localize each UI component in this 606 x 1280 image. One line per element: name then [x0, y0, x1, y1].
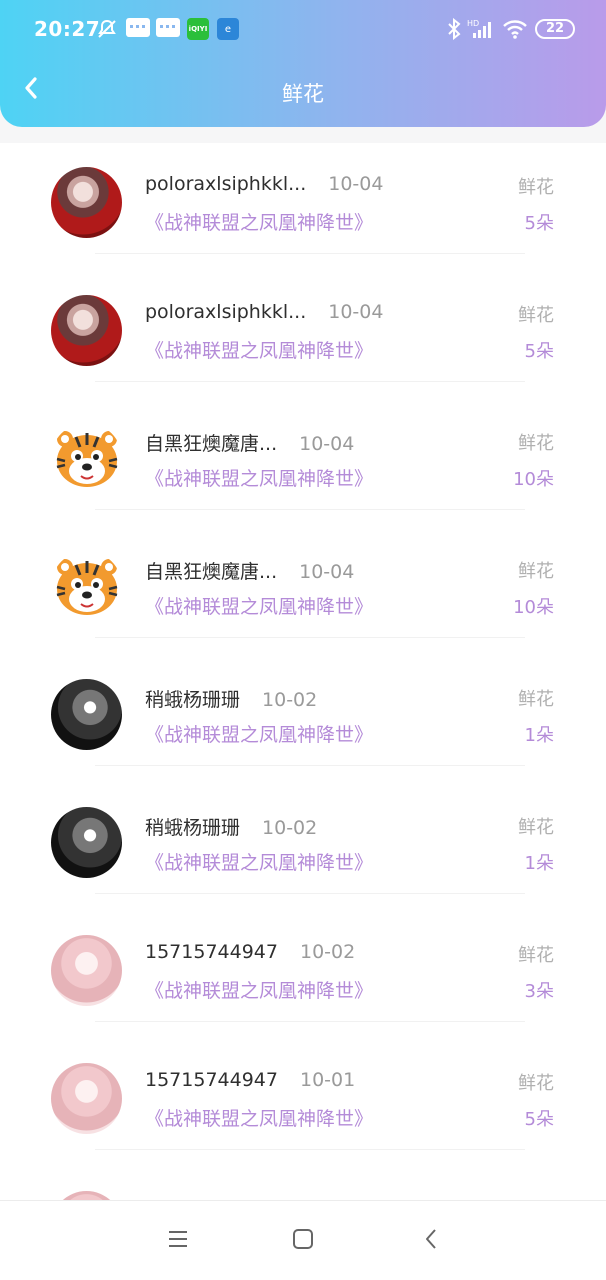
battery-icon: 22: [535, 19, 575, 39]
list-item[interactable]: 自黑狂燠魔唐... 10-04 《战神联盟之凤凰神降世》 鲜花 10朵: [0, 399, 606, 527]
row-divider: [95, 1149, 525, 1150]
sender-line: 15715744947 10-02: [145, 941, 355, 963]
avatar[interactable]: [51, 423, 122, 494]
book-title-link[interactable]: 《战神联盟之凤凰神降世》: [145, 848, 373, 875]
app-header: 20:27 iQIYI e HD 22 鲜花: [0, 0, 606, 127]
gift-date: 10-04: [328, 173, 384, 195]
row-divider: [95, 893, 525, 894]
row-divider: [95, 381, 525, 382]
gift-type: 鲜花: [518, 817, 554, 838]
sender-line: 自黑狂燠魔唐... 10-04: [145, 429, 354, 456]
list-item[interactable]: poloraxlsiphkkl... 10-04 《战神联盟之凤凰神降世》 鲜花 5朵: [0, 271, 606, 399]
sender-line: poloraxlsiphkkl... 10-04: [145, 301, 383, 323]
list-item[interactable]: 1571574494709-30《战神联盟之凤凰神降世》鲜花: [0, 1167, 606, 1200]
avatar[interactable]: [51, 1063, 122, 1134]
gift-type: 鲜花: [518, 945, 554, 966]
gift-type: 鲜花: [518, 305, 554, 326]
gift-count: 5朵: [524, 341, 554, 362]
sender-line: poloraxlsiphkkl... 10-04: [145, 173, 383, 195]
sender-name[interactable]: 自黑狂燠魔唐...: [145, 561, 277, 583]
gift-date: 10-01: [299, 1069, 356, 1091]
svg-text:HD: HD: [467, 19, 479, 28]
gift-type: 鲜花: [518, 433, 554, 454]
gift-date: 10-02: [262, 689, 318, 711]
iqiyi-icon: iQIYI: [187, 18, 209, 40]
list-item[interactable]: 稍蛾杨珊珊 10-02 《战神联盟之凤凰神降世》 鲜花 1朵: [0, 783, 606, 911]
chat-icon: [126, 18, 150, 37]
sender-name[interactable]: poloraxlsiphkkl...: [145, 173, 306, 195]
sender-line: 自黑狂燠魔唐... 10-04: [145, 557, 354, 584]
home-square-icon: [292, 1228, 314, 1254]
gift-count: 3朵: [524, 981, 554, 1002]
sender-name[interactable]: 稍蛾杨珊珊: [145, 689, 240, 711]
sender-line: 稍蛾杨珊珊 10-02: [145, 813, 317, 840]
gift-date: 10-04: [299, 561, 355, 583]
row-divider: [95, 637, 525, 638]
list-item[interactable]: 自黑狂燠魔唐... 10-04 《战神联盟之凤凰神降世》 鲜花 10朵: [0, 527, 606, 655]
gift-count: 5朵: [524, 213, 554, 234]
avatar[interactable]: [51, 679, 122, 750]
gift-date: 10-02: [299, 941, 356, 963]
gift-count: 5朵: [524, 1109, 554, 1130]
avatar[interactable]: [51, 807, 122, 878]
home-button[interactable]: [287, 1225, 319, 1257]
sender-name[interactable]: 稍蛾杨珊珊: [145, 817, 240, 839]
sender-name[interactable]: 15715744947: [145, 1069, 278, 1091]
status-time: 20:27: [34, 17, 101, 41]
gift-type: 鲜花: [518, 689, 554, 710]
gift-count: 10朵: [513, 469, 554, 490]
gift-count: 1朵: [524, 853, 554, 874]
list-item[interactable]: 15715744947 10-01 《战神联盟之凤凰神降世》 鲜花 5朵: [0, 1039, 606, 1167]
gift-date: 10-04: [328, 301, 384, 323]
book-title-link[interactable]: 《战神联盟之凤凰神降世》: [145, 208, 373, 235]
gift-count: 10朵: [513, 597, 554, 618]
row-divider: [95, 1021, 525, 1022]
bluetooth-icon: [447, 18, 461, 40]
menu-icon: [167, 1229, 189, 1253]
book-title-link[interactable]: 《战神联盟之凤凰神降世》: [145, 1104, 373, 1131]
sender-name[interactable]: 15715744947: [145, 941, 278, 963]
avatar[interactable]: [51, 167, 122, 238]
gift-type: 鲜花: [518, 1073, 554, 1094]
menu-button[interactable]: [162, 1225, 194, 1257]
list-item[interactable]: 15715744947 10-02 《战神联盟之凤凰神降世》 鲜花 3朵: [0, 911, 606, 1039]
wifi-icon: [502, 18, 528, 40]
flower-gift-list: poloraxlsiphkkl... 10-04 《战神联盟之凤凰神降世》 鲜花 5朵 p…: [0, 143, 606, 1200]
page-title: 鲜花: [282, 82, 324, 106]
row-divider: [95, 509, 525, 510]
book-title-link[interactable]: 《战神联盟之凤凰神降世》: [145, 592, 373, 619]
avatar[interactable]: [51, 551, 122, 622]
gift-count: 1朵: [524, 725, 554, 746]
row-divider: [95, 253, 525, 254]
system-nav-bar: [0, 1200, 606, 1280]
book-title-link[interactable]: 《战神联盟之凤凰神降世》: [145, 976, 373, 1003]
back-nav-button[interactable]: [415, 1225, 447, 1257]
book-title-link[interactable]: 《战神联盟之凤凰神降世》: [145, 464, 373, 491]
book-title-link[interactable]: 《战神联盟之凤凰神降世》: [145, 720, 373, 747]
gift-type: 鲜花: [518, 561, 554, 582]
list-item[interactable]: poloraxlsiphkkl... 10-04 《战神联盟之凤凰神降世》 鲜花 5朵: [0, 143, 606, 271]
row-divider: [95, 765, 525, 766]
sender-name[interactable]: poloraxlsiphkkl...: [145, 301, 306, 323]
gift-type: 鲜花: [518, 177, 554, 198]
sender-line: 稍蛾杨珊珊 10-02: [145, 685, 317, 712]
hd-signal-icon: HD: [467, 18, 495, 40]
ie-icon: e: [217, 18, 239, 40]
gift-date: 10-04: [299, 433, 355, 455]
avatar[interactable]: [51, 935, 122, 1006]
book-title-link[interactable]: 《战神联盟之凤凰神降世》: [145, 336, 373, 363]
sender-line: 15715744947 10-01: [145, 1069, 355, 1091]
mute-icon: [96, 18, 118, 40]
avatar[interactable]: [51, 1191, 122, 1200]
sender-name[interactable]: 自黑狂燠魔唐...: [145, 433, 277, 455]
gift-date: 10-02: [262, 817, 318, 839]
back-triangle-icon: [423, 1227, 439, 1255]
chat-icon: [156, 18, 180, 37]
status-bar: 20:27 iQIYI e HD 22: [0, 0, 606, 58]
list-item[interactable]: 稍蛾杨珊珊 10-02 《战神联盟之凤凰神降世》 鲜花 1朵: [0, 655, 606, 783]
avatar[interactable]: [51, 295, 122, 366]
